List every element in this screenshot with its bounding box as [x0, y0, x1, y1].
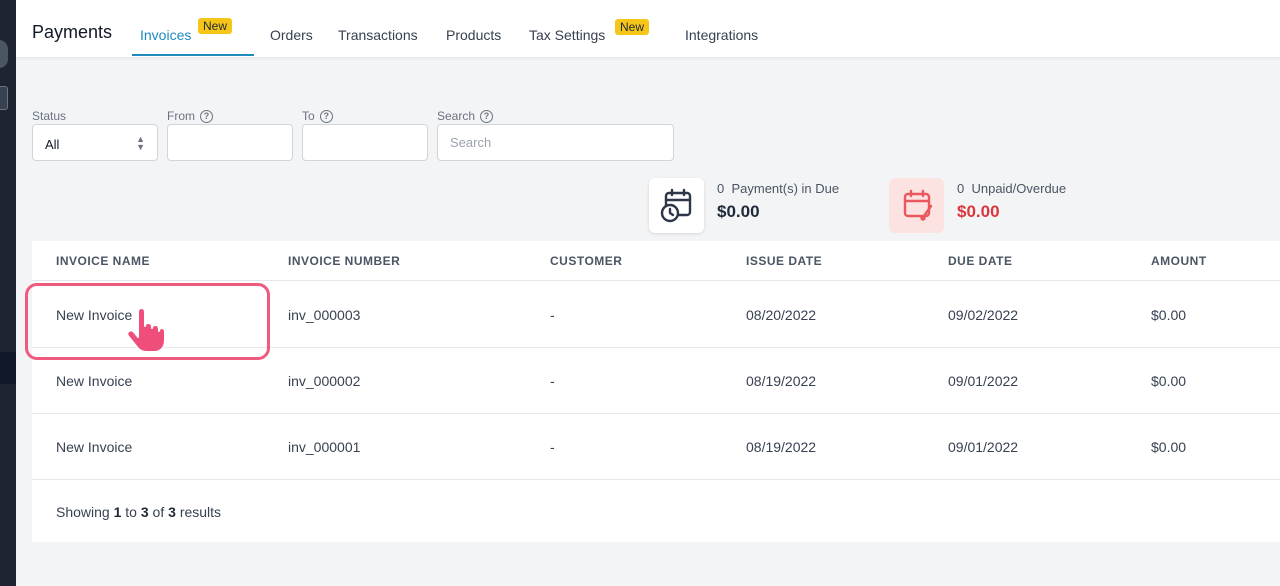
table-row[interactable]: New Invoice inv_000001 - 08/19/2022 09/0… [32, 414, 1280, 480]
invoice-name-cell[interactable]: New Invoice [56, 439, 132, 455]
new-badge: New [615, 19, 650, 35]
pointing-hand-icon [124, 306, 170, 359]
invoice-number-cell: inv_000003 [288, 307, 361, 323]
to-date-field[interactable] [302, 124, 428, 161]
search-input[interactable] [437, 124, 674, 161]
invoice-number-cell: inv_000001 [288, 439, 361, 455]
top-nav: Payments Invoices New Orders Transaction… [16, 0, 1280, 58]
due-date-cell: 09/01/2022 [948, 439, 1019, 455]
help-icon[interactable]: ? [200, 109, 213, 123]
status-label: Status [32, 109, 67, 123]
due-amount: $0.00 [717, 202, 760, 221]
calendar-edit-icon [889, 178, 944, 233]
issue-date-cell: 08/19/2022 [746, 373, 817, 389]
page-title: Payments [32, 22, 113, 42]
tab-transactions[interactable]: Transactions [338, 27, 418, 43]
tab-integrations[interactable]: Integrations [685, 27, 758, 43]
rail-avatar[interactable] [0, 40, 8, 68]
tab-products[interactable]: Products [446, 27, 501, 43]
column-header-invoice-number[interactable]: INVOICE NUMBER [288, 254, 400, 268]
rail-toggle[interactable] [0, 86, 8, 110]
amount-cell: $0.00 [1151, 439, 1187, 455]
search-label: Search? [437, 109, 494, 123]
amount-cell: $0.00 [1151, 373, 1187, 389]
column-header-amount[interactable]: AMOUNT [1151, 254, 1207, 268]
tab-tax-settings[interactable]: Tax Settings [529, 27, 605, 43]
customer-cell: - [550, 439, 555, 455]
from-date-field[interactable] [167, 124, 293, 161]
rail-active-item[interactable] [0, 352, 16, 384]
column-header-due-date[interactable]: DUE DATE [948, 254, 1012, 268]
due-date-cell: 09/01/2022 [948, 373, 1019, 389]
invoice-name-cell[interactable]: New Invoice [56, 373, 132, 389]
issue-date-cell: 08/20/2022 [746, 307, 817, 323]
help-icon[interactable]: ? [319, 109, 333, 123]
from-label: From? [167, 109, 213, 123]
column-header-issue-date[interactable]: ISSUE DATE [746, 254, 822, 268]
customer-cell: - [550, 373, 555, 389]
new-badge: New [198, 18, 233, 34]
due-stat-label: 0 Payment(s) in Due [717, 181, 840, 196]
overdue-amount: $0.00 [957, 202, 1000, 221]
status-select[interactable]: All ▲ ▼ [32, 124, 158, 161]
column-header-invoice-name[interactable]: INVOICE NAME [56, 254, 150, 268]
help-icon[interactable]: ? [480, 109, 494, 123]
left-rail [0, 0, 16, 586]
tab-invoices[interactable]: Invoices [140, 27, 191, 43]
due-date-cell: 09/02/2022 [948, 307, 1019, 323]
issue-date-cell: 08/19/2022 [746, 439, 817, 455]
column-header-customer[interactable]: CUSTOMER [550, 254, 622, 268]
calendar-clock-icon [649, 178, 704, 233]
status-select-value: All [45, 137, 60, 152]
table-header: INVOICE NAME INVOICE NUMBER CUSTOMER ISS… [32, 241, 1280, 281]
select-chevron-icon: ▲ ▼ [136, 134, 145, 152]
customer-cell: - [550, 307, 555, 323]
amount-cell: $0.00 [1151, 307, 1187, 323]
to-label: To? [302, 109, 333, 123]
tab-orders[interactable]: Orders [270, 27, 313, 43]
active-tab-indicator [132, 54, 254, 56]
invoice-number-cell: inv_000002 [288, 373, 361, 389]
pagination-summary: Showing 1 to 3 of 3 results [56, 504, 222, 520]
overdue-stat-label: 0 Unpaid/Overdue [957, 181, 1067, 196]
